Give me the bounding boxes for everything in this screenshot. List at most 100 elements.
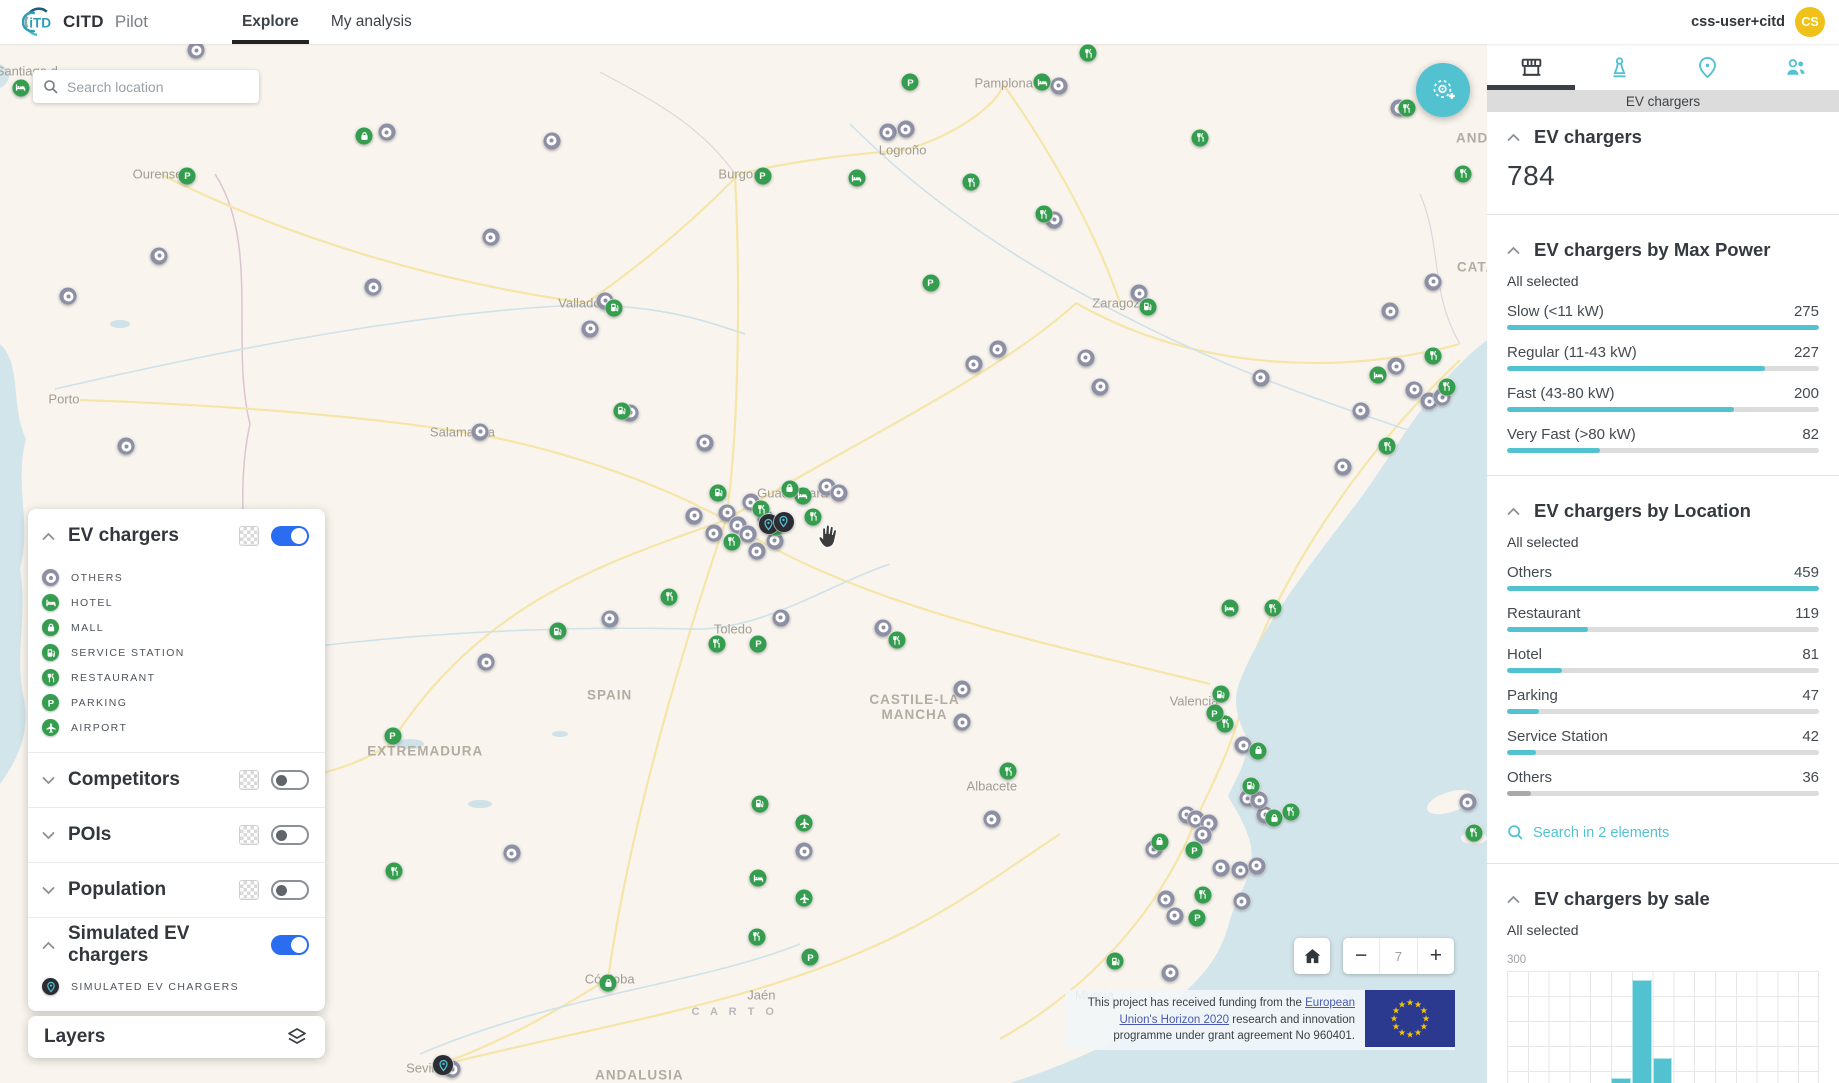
map-marker-mall[interactable] [1250,742,1267,759]
map-marker-others[interactable] [60,288,77,305]
stat-row-service-station[interactable]: Service Station42 [1507,728,1819,755]
map-marker-others[interactable] [151,247,168,264]
map-canvas[interactable]: Santiago dOurensePortoSalamancaValladoli… [0,44,1487,1083]
map-marker-restaurant[interactable] [1465,824,1482,841]
opacity-pattern-icon[interactable] [239,880,259,900]
map-marker-others[interactable] [748,543,765,560]
map-marker-restaurant[interactable] [1425,347,1442,364]
opacity-pattern-icon[interactable] [239,825,259,845]
layer-toggle[interactable] [271,880,309,900]
map-marker-mall[interactable] [1151,833,1168,850]
chevron-down-icon[interactable] [42,886,56,895]
map-marker-others[interactable] [1194,826,1211,843]
map-marker-service-station[interactable] [710,484,727,501]
map-marker-others[interactable] [983,811,1000,828]
map-marker-restaurant[interactable] [1438,378,1455,395]
map-marker-hotel[interactable] [1370,367,1387,384]
map-marker-restaurant[interactable] [1282,803,1299,820]
layer-toggle[interactable] [271,935,309,955]
map-marker-parking[interactable]: P [802,949,819,966]
map-marker-service-station[interactable] [549,623,566,640]
map-marker-others[interactable] [739,526,756,543]
map-marker-others[interactable] [118,438,135,455]
layers-button-row[interactable]: Layers [28,1016,325,1058]
map-marker-others[interactable] [478,654,495,671]
map-marker-others[interactable] [954,714,971,731]
map-marker-parking[interactable]: P [1189,909,1206,926]
home-button[interactable] [1294,938,1330,974]
stat-row-parking[interactable]: Parking47 [1507,687,1819,714]
map-marker-others[interactable] [989,341,1006,358]
layer-toggle[interactable] [271,825,309,845]
layer-section-population[interactable]: Population [28,863,325,917]
map-marker-others[interactable] [1459,794,1476,811]
map-marker-parking[interactable]: P [754,167,771,184]
map-marker-others[interactable] [1212,859,1229,876]
map-marker-hotel[interactable] [1221,600,1238,617]
map-marker-others[interactable] [879,124,896,141]
stat-row-slow-11-kw-[interactable]: Slow (<11 kW)275 [1507,303,1819,330]
map-marker-restaurant[interactable] [1455,165,1472,182]
map-marker-restaurant[interactable] [1192,129,1209,146]
stat-row-regular-11-43-kw-[interactable]: Regular (11-43 kW)227 [1507,344,1819,371]
chevron-up-icon[interactable] [42,532,56,541]
map-marker-others[interactable] [686,507,703,524]
map-marker-service-station[interactable] [1107,953,1124,970]
map-marker-others[interactable] [1425,273,1442,290]
sidebar-tab-pin[interactable] [1663,44,1751,90]
map-marker-restaurant[interactable] [708,635,725,652]
map-marker-others[interactable] [1406,381,1423,398]
map-marker-parking[interactable]: P [1186,842,1203,859]
map-marker-others[interactable] [503,845,520,862]
map-marker-mall[interactable] [356,128,373,145]
map-marker-service-station[interactable] [751,795,768,812]
map-marker-others[interactable] [696,434,713,451]
chevron-down-icon[interactable] [42,831,56,840]
search-in-elements-link[interactable]: Search in 2 elements [1507,824,1819,841]
section-max-power-header[interactable]: EV chargers by Max Power [1507,239,1819,261]
tab-my-analysis[interactable]: My analysis [315,0,428,44]
map-marker-others[interactable] [1248,857,1265,874]
map-marker-others[interactable] [1157,891,1174,908]
map-marker-others[interactable] [1334,458,1351,475]
map-marker-others[interactable] [543,132,560,149]
map-marker-others[interactable] [1050,77,1067,94]
map-marker-others[interactable] [1251,792,1268,809]
map-marker-restaurant[interactable] [1398,100,1415,117]
map-marker-parking[interactable]: P [750,635,767,652]
map-marker-parking[interactable]: P [384,727,401,744]
create-analysis-fab[interactable] [1416,63,1470,117]
map-marker-others[interactable] [1162,964,1179,981]
map-marker-restaurant[interactable] [963,174,980,191]
stat-row-restaurant[interactable]: Restaurant119 [1507,605,1819,632]
map-marker-restaurant[interactable] [888,632,905,649]
map-marker-others[interactable] [1382,303,1399,320]
map-marker-restaurant[interactable] [661,588,678,605]
map-marker-restaurant[interactable] [1080,45,1097,62]
map-marker-mall[interactable] [781,480,798,497]
map-marker-restaurant[interactable] [748,928,765,945]
map-marker-others[interactable] [378,124,395,141]
map-marker-airport[interactable] [796,815,813,832]
map-marker-others[interactable] [472,423,489,440]
map-marker-service-station[interactable] [1242,777,1259,794]
layer-section-pois[interactable]: POIs [28,808,325,862]
map-marker-parking[interactable]: P [902,74,919,91]
section-by-sale-header[interactable]: EV chargers by sale [1507,888,1819,910]
map-marker-others[interactable] [1077,349,1094,366]
map-marker-others[interactable] [705,525,722,542]
map-marker-restaurant[interactable] [1264,600,1281,617]
map-marker-others[interactable] [1092,378,1109,395]
map-marker-others[interactable] [601,610,618,627]
map-marker-restaurant[interactable] [1379,438,1396,455]
map-marker-restaurant[interactable] [723,533,740,550]
map-marker-mall[interactable] [1266,810,1283,827]
chevron-up-icon[interactable] [42,941,56,950]
section-location-header[interactable]: EV chargers by Location [1507,500,1819,522]
map-marker-others[interactable] [830,484,847,501]
tab-explore[interactable]: Explore [226,0,315,44]
chevron-down-icon[interactable] [42,776,56,785]
layer-toggle[interactable] [271,770,309,790]
map-marker-others[interactable] [482,229,499,246]
search-input[interactable] [67,79,249,95]
